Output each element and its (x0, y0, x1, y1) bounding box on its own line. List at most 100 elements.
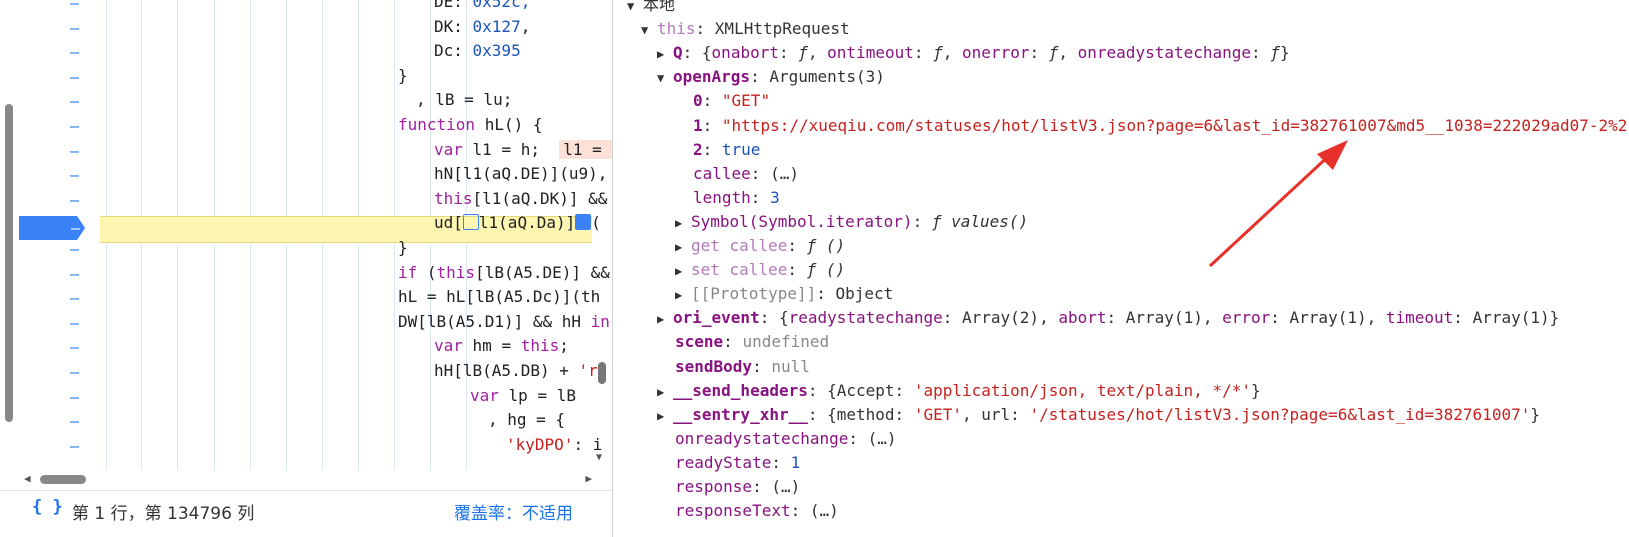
scope-property-row[interactable]: 2: true (693, 138, 760, 162)
code-line[interactable]: ud[l1(aQ.Da)] ( (434, 211, 601, 235)
code-line[interactable]: Dc: 0x395 (434, 39, 521, 63)
gutter-line-marker[interactable]: – (70, 139, 82, 163)
scope-property-row[interactable]: ▼ this: XMLHttpRequest (641, 17, 850, 41)
editor-horizontal-scrollbar[interactable]: ◀ ▶ (24, 472, 592, 486)
code-line[interactable]: hL = hL[lB(A5.Dc)](th (398, 285, 600, 309)
code-line[interactable]: if (this[lB(A5.DE)] && (398, 261, 610, 285)
property-token: onerror (962, 43, 1030, 63)
expand-triangle-right-icon[interactable]: ▶ (657, 42, 673, 66)
property-token: : (787, 260, 807, 280)
expand-triangle-right-icon[interactable]: ▶ (657, 404, 673, 428)
expand-triangle-right-icon[interactable]: ▶ (657, 380, 673, 404)
code-line[interactable]: } (398, 64, 408, 88)
gutter-line-marker[interactable]: – (70, 0, 82, 15)
pretty-print-icon[interactable]: { } (32, 497, 63, 517)
gutter-line-marker[interactable]: – (70, 114, 82, 138)
breakpoint-marker[interactable]: – (19, 216, 85, 240)
scope-property-row[interactable]: callee: (…) (693, 162, 799, 186)
gutter-line-marker[interactable]: – (70, 89, 82, 113)
scope-property-row[interactable]: ▼ openArgs: Arguments(3) (657, 65, 885, 89)
scope-property-row[interactable]: sendBody: null (675, 355, 810, 379)
property-token: "https://xueqiu.com/statuses/hot/listV3.… (721, 115, 1628, 135)
scope-property-row[interactable]: ▶ get callee: ƒ () (675, 234, 845, 258)
coverage-link[interactable]: 覆盖率：不适用 (454, 499, 573, 524)
code-line[interactable]: , lB = lu; (416, 88, 512, 112)
code-token: lp = lB (498, 385, 576, 405)
scope-property-row[interactable]: ▼ 本地 (627, 0, 675, 17)
scope-property-row[interactable]: ▶ Q: {onabort: ƒ, ontimeout: ƒ, onerror:… (657, 41, 1290, 65)
scope-property-row[interactable]: ▶ __send_headers: {Accept: 'application/… (657, 379, 1261, 403)
expand-triangle-right-icon[interactable]: ▶ (675, 235, 691, 259)
gutter-line-marker[interactable]: – (70, 434, 82, 458)
editor-vertical-scrollbar[interactable] (4, 0, 14, 425)
scroll-left-arrow-icon[interactable]: ◀ (24, 472, 31, 485)
gutter-line-marker[interactable]: – (70, 286, 82, 310)
code-line[interactable]: this[l1(aQ.DK)] && (434, 187, 607, 211)
gutter-line-marker[interactable]: – (70, 237, 82, 261)
breakpoint-label: – (71, 219, 81, 237)
scope-property-row[interactable]: response: (…) (675, 475, 800, 499)
scope-property-row[interactable]: ▶ set callee: ƒ () (675, 258, 845, 282)
gutter-line-marker[interactable]: – (70, 360, 82, 384)
gutter-line-marker[interactable]: – (70, 385, 82, 409)
code-line[interactable]: DW[lB(A5.D1)] && hH in (398, 310, 610, 334)
gutter-line-marker[interactable]: – (70, 335, 82, 359)
code-line[interactable]: DK: 0x127, (434, 15, 530, 39)
code-line[interactable]: var hm = this; (434, 334, 569, 358)
expand-triangle-right-icon[interactable]: ▶ (675, 259, 691, 283)
code-line[interactable]: DE: 0x52c, (434, 0, 530, 14)
horizontal-scroll-thumb[interactable] (40, 475, 86, 484)
scope-property-row[interactable]: scene: undefined (675, 330, 829, 354)
gutter-line-marker[interactable]: – (70, 40, 82, 64)
scope-property-row[interactable]: ▶ ori_event: {readystatechange: Array(2)… (657, 306, 1559, 330)
scope-property-row[interactable]: responseText: (…) (675, 499, 839, 523)
expand-triangle-right-icon[interactable]: ▶ (675, 283, 691, 307)
code-line[interactable]: hH[lB(A5.DB) + 'r' (434, 359, 607, 383)
expand-triangle-down-icon[interactable]: ▼ (627, 0, 643, 18)
gutter-line-marker[interactable]: – (70, 311, 82, 335)
code-token: ; (559, 336, 569, 356)
gutter-line-marker[interactable]: – (70, 262, 82, 286)
expand-triangle-down-icon[interactable]: ▼ (657, 66, 673, 90)
code-line[interactable]: 'kyDPO': i (506, 433, 602, 457)
code-line[interactable]: , hg = { (488, 408, 565, 432)
expand-triangle-right-icon[interactable]: ▶ (657, 307, 673, 331)
scroll-right-arrow-icon[interactable]: ▶ (585, 472, 592, 485)
code-line[interactable]: hN[l1(aQ.DE)](u9), (434, 162, 607, 186)
scope-property-row[interactable]: onreadystatechange: (…) (675, 427, 897, 451)
scope-property-row[interactable]: ▶ Symbol(Symbol.iterator): ƒ values() (675, 210, 1028, 234)
editor-inner-scroll-thumb[interactable] (598, 362, 606, 384)
scrollbar-thumb[interactable] (5, 104, 13, 422)
property-token: : (…) (750, 163, 799, 183)
code-line[interactable]: function hL() { (398, 113, 543, 137)
code-token: this (436, 262, 476, 282)
cursor-position: 第 1 行，第 134796 列 (72, 504, 255, 524)
property-token: Q (673, 43, 683, 63)
property-token: openArgs (673, 67, 751, 87)
scope-property-row[interactable]: ▶ __sentry_xhr__: {method: 'GET', url: '… (657, 403, 1540, 427)
gutter-line-marker[interactable]: – (70, 16, 82, 40)
inline-breakpoint-icon[interactable] (462, 214, 479, 231)
code-token: hm = (462, 336, 521, 356)
code-line[interactable]: var l1 = h; l1 = (434, 138, 612, 162)
gutter-line-marker[interactable]: – (70, 409, 82, 433)
scope-property-row[interactable]: ▶ [[Prototype]]: Object (675, 282, 893, 306)
inline-breakpoint-icon[interactable] (575, 214, 592, 231)
code-line[interactable]: } (398, 236, 408, 260)
gutter-line-marker[interactable]: – (70, 163, 82, 187)
scope-property-row[interactable]: length: 3 (693, 186, 780, 210)
expand-triangle-right-icon[interactable]: ▶ (675, 211, 691, 235)
property-token: 本地 (643, 0, 676, 14)
scroll-down-arrow-icon[interactable]: ▼ (596, 452, 602, 463)
code-line[interactable]: var lp = lB (470, 384, 576, 408)
scope-property-row[interactable]: 0: "GET" (693, 89, 770, 113)
scope-property-row[interactable]: readyState: 1 (675, 451, 800, 475)
scope-property-row[interactable]: 1: "https://xueqiu.com/statuses/hot/list… (693, 114, 1627, 138)
code-token: ( (417, 262, 437, 282)
property-token: length (693, 187, 751, 207)
gutter-line-marker[interactable]: – (70, 188, 82, 212)
gutter-line-marker[interactable]: – (70, 65, 82, 89)
property-token: : {Accept: (807, 380, 914, 400)
property-token: callee (693, 163, 751, 183)
expand-triangle-down-icon[interactable]: ▼ (641, 18, 657, 42)
